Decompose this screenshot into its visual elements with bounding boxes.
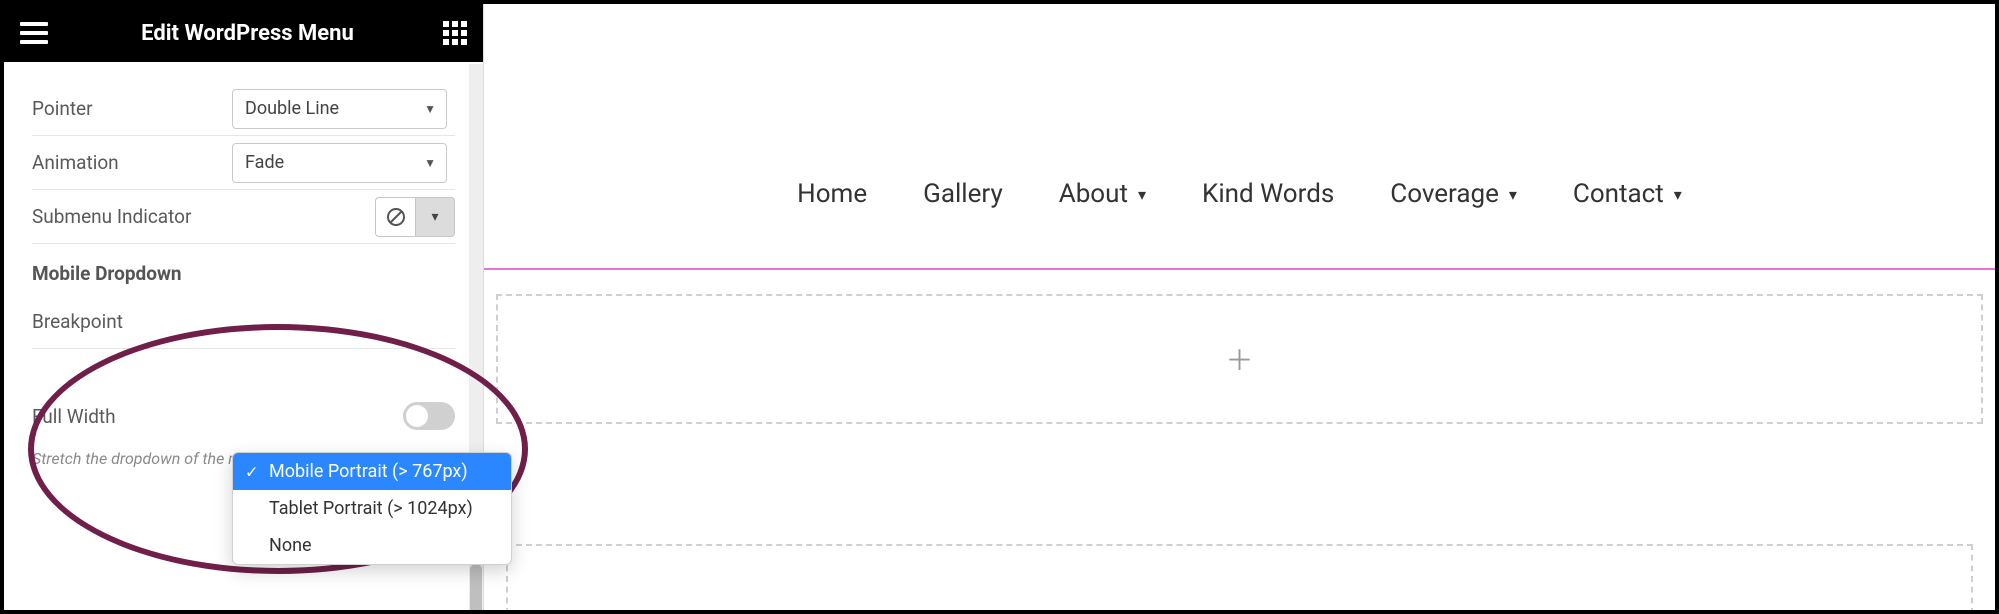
toggle-thumb [406,405,428,427]
animation-row: Animation Fade ▼ [32,136,455,190]
sidebar-header: Edit WordPress Menu [4,4,483,62]
nav-label: Contact [1573,179,1664,209]
nav-label: Home [797,179,867,209]
add-section-zone[interactable]: ＋ [496,294,1983,424]
full-width-toggle[interactable] [403,402,455,430]
prohibit-icon [386,207,406,227]
animation-select[interactable]: Fade ▼ [232,143,447,183]
pointer-select[interactable]: Double Line ▼ [232,89,447,129]
preview-nav: Home Gallery About ▾ Kind Words Coverage… [484,4,1995,274]
submenu-none-icon[interactable] [375,197,415,237]
nav-item-about[interactable]: About ▾ [1059,179,1146,209]
submenu-indicator-row: Submenu Indicator ▾ [32,190,455,244]
pointer-label: Pointer [32,97,232,120]
chevron-down-icon: ▾ [1138,185,1146,204]
scrollbar-thumb[interactable] [470,564,482,614]
nav-label: Gallery [923,179,1003,209]
breakpoint-option-mobile[interactable]: Mobile Portrait (> 767px) [233,453,511,490]
full-width-row: Full Width [32,389,455,443]
preview-canvas: Home Gallery About ▾ Kind Words Coverage… [484,4,1995,610]
chevron-down-icon: ▾ [431,209,438,225]
breakpoint-option-none[interactable]: None [233,527,511,564]
pointer-select-value: Double Line [245,98,339,119]
submenu-caret-toggle[interactable]: ▾ [415,197,455,237]
caret-down-icon: ▼ [424,102,436,116]
full-width-label: Full Width [32,405,232,428]
nav-label: Kind Words [1202,179,1334,209]
caret-down-icon: ▼ [424,156,436,170]
hamburger-icon[interactable] [20,17,52,49]
animation-label: Animation [32,151,232,174]
mobile-dropdown-heading: Mobile Dropdown [32,262,455,285]
breakpoint-dropdown: Mobile Portrait (> 767px) Tablet Portrai… [232,452,512,565]
nav-label: Coverage [1390,179,1499,209]
pointer-row: Pointer Double Line ▼ [32,82,455,136]
animation-select-value: Fade [245,152,284,173]
nav-label: About [1059,179,1128,209]
editor-sidebar: Edit WordPress Menu Pointer Double Line … [4,4,484,610]
chevron-down-icon: ▾ [1509,185,1517,204]
plus-icon[interactable]: ＋ [1225,339,1253,379]
panel-body: Pointer Double Line ▼ Animation Fade ▼ [4,62,483,610]
nav-item-coverage[interactable]: Coverage ▾ [1390,179,1517,209]
nav-underline [484,268,1995,270]
nav-item-contact[interactable]: Contact ▾ [1573,179,1682,209]
nav-item-gallery[interactable]: Gallery [923,179,1003,209]
chevron-down-icon: ▾ [1674,185,1682,204]
sidebar-title: Edit WordPress Menu [52,21,443,46]
nav-item-home[interactable]: Home [797,179,867,209]
empty-section-zone[interactable] [506,544,1973,614]
apps-grid-icon[interactable] [443,21,467,45]
breakpoint-option-tablet[interactable]: Tablet Portrait (> 1024px) [233,490,511,527]
breakpoint-label: Breakpoint [32,310,232,333]
nav-item-kind-words[interactable]: Kind Words [1202,179,1334,209]
app-frame: Edit WordPress Menu Pointer Double Line … [0,0,1999,614]
breakpoint-row: Breakpoint [32,295,455,349]
submenu-indicator-label: Submenu Indicator [32,205,232,228]
